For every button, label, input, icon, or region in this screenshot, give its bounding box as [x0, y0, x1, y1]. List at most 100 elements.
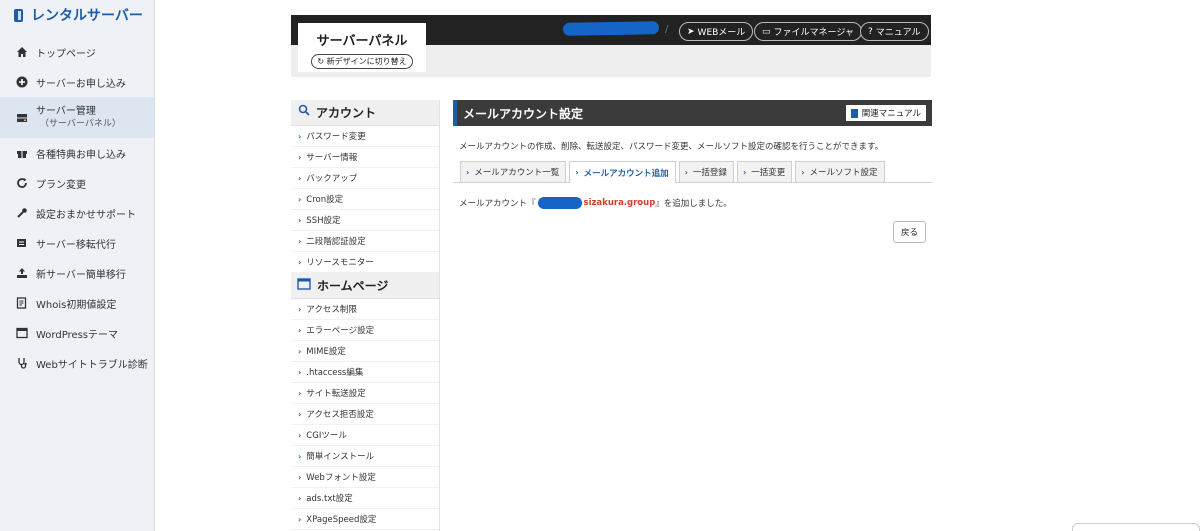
panel-logo: サーバーパネル ↻ 新デザインに切り替え: [298, 23, 426, 72]
menu-link-homepage-7[interactable]: › 簡単インストール: [291, 446, 439, 467]
nav-item-setup-support[interactable]: 設定おまかせサポート: [0, 198, 154, 228]
menu-link-label: アクセス拒否設定: [306, 410, 374, 420]
chevron-right-icon: ›: [298, 430, 302, 440]
menu-link-account-4[interactable]: › SSH設定: [291, 210, 439, 231]
nav-item-top[interactable]: トップページ: [0, 37, 154, 67]
brand-label: レンタルサーバー: [31, 8, 143, 24]
menu-link-homepage-6[interactable]: › CGIツール: [291, 425, 439, 446]
tab-label: メールアカウント追加: [583, 168, 669, 179]
chevron-right-icon: ›: [298, 472, 302, 482]
chevron-right-icon: ›: [298, 409, 302, 419]
menu-link-label: サーバー情報: [306, 153, 358, 163]
nav-label: WordPressテーマ: [36, 329, 119, 341]
content: メールアカウント設定 関連マニュアル メールアカウントの作成、削除、転送設定、パ…: [453, 100, 932, 243]
nav-item-site-diagnosis[interactable]: Webサイトトラブル診断: [0, 348, 154, 378]
nav-item-easy-migration[interactable]: 新サーバー簡単移行: [0, 258, 154, 288]
homepage-links: › アクセス制限 › エラーページ設定 › MIME設定 › .htaccess編集 › サイト転…: [291, 299, 439, 530]
document-icon: [16, 297, 28, 309]
paper-plane-icon: ➤: [687, 26, 695, 37]
switch-design-button[interactable]: ↻ 新デザインに切り替え: [311, 54, 413, 69]
menu-link-account-1[interactable]: › サーバー情報: [291, 147, 439, 168]
back-button[interactable]: 戻る: [892, 221, 926, 243]
menu-link-account-3[interactable]: › Cron設定: [291, 189, 439, 210]
window-icon: [297, 277, 311, 294]
menu-link-label: XPageSpeed設定: [306, 515, 377, 525]
nav-item-migration-service[interactable]: サーバー移転代行: [0, 228, 154, 258]
app-nav: トップページ サーバーお申し込み サーバー管理 （サーバーパネル） 各種特典お申…: [0, 37, 154, 378]
menu-link-label: SSH設定: [306, 216, 341, 226]
file-manager-button[interactable]: ▭ ファイルマネージャ: [754, 22, 862, 41]
nav-label: Whois初期値設定: [36, 299, 117, 311]
menu-link-homepage-2[interactable]: › MIME設定: [291, 341, 439, 362]
nav-label: サーバー移転代行: [36, 239, 116, 251]
menu-link-homepage-8[interactable]: › Webフォント設定: [291, 467, 439, 488]
menu-link-label: アクセス制限: [306, 305, 357, 315]
nav-label: Webサイトトラブル診断: [36, 359, 148, 371]
tab-bar: › メールアカウント一覧 › メールアカウント追加 › 一括登録 › 一括変更 › メールソフト設…: [453, 161, 932, 183]
chevron-right-icon: ›: [298, 451, 302, 461]
nav-label: サーバー管理: [36, 105, 96, 117]
chevron-right-icon: ›: [801, 167, 805, 177]
user-icon: [297, 104, 310, 121]
menu-link-account-5[interactable]: › 二段階認証設定: [291, 231, 439, 252]
upload-icon: [16, 267, 28, 279]
corner-widget[interactable]: [1072, 523, 1200, 531]
tab-3[interactable]: › 一括変更: [736, 161, 793, 182]
content-description: メールアカウントの作成、削除、転送設定、パスワード変更、メールソフト設定の確認を…: [459, 142, 884, 152]
book-icon: [850, 108, 858, 118]
menu-link-account-6[interactable]: › リソースモニター: [291, 252, 439, 273]
home-icon: [16, 46, 28, 58]
menu-link-account-2[interactable]: › バックアップ: [291, 168, 439, 189]
menu-link-label: リソースモニター: [306, 258, 374, 268]
tab-label: メールアカウント一覧: [474, 168, 560, 178]
nav-label: 新サーバー簡単移行: [36, 269, 126, 281]
redacted-account-name: [562, 21, 660, 36]
nav-item-whois[interactable]: Whois初期値設定: [0, 288, 154, 318]
app-brand[interactable]: レンタルサーバー: [0, 0, 154, 30]
related-manual-label: 関連マニュアル: [861, 109, 921, 119]
menu-link-homepage-5[interactable]: › アクセス拒否設定: [291, 404, 439, 425]
menu-link-homepage-1[interactable]: › エラーページ設定: [291, 320, 439, 341]
tab-2[interactable]: › 一括登録: [678, 161, 734, 182]
menu-link-label: Webフォント設定: [306, 473, 376, 483]
stethoscope-icon: [16, 357, 28, 369]
menu-heading-label: アカウント: [316, 106, 377, 120]
menu-link-homepage-9[interactable]: › ads.txt設定: [291, 488, 439, 509]
result-prefix: メールアカウント『: [459, 199, 536, 209]
nav-item-wp-theme[interactable]: WordPressテーマ: [0, 318, 154, 348]
nav-label: 設定おまかせサポート: [36, 209, 136, 221]
menu-link-homepage-0[interactable]: › アクセス制限: [291, 299, 439, 320]
nav-item-server-apply[interactable]: サーバーお申し込み: [0, 67, 154, 97]
menu-heading-account: アカウント: [291, 100, 439, 126]
nav-item-server-manage[interactable]: サーバー管理 （サーバーパネル）: [0, 97, 154, 138]
chevron-right-icon: ›: [742, 167, 747, 177]
server-move-icon: [16, 237, 28, 249]
menu-link-label: バックアップ: [306, 174, 358, 184]
menu-link-label: 簡単インストール: [306, 452, 375, 462]
nav-label: サーバーお申し込み: [36, 78, 126, 90]
tab-0[interactable]: › メールアカウント一覧: [460, 161, 567, 182]
manual-button[interactable]: ? マニュアル: [860, 22, 929, 41]
related-manual-button[interactable]: 関連マニュアル: [845, 105, 926, 121]
tab-4[interactable]: › メールソフト設定: [795, 161, 885, 182]
nav-item-plan-change[interactable]: プラン変更: [0, 168, 154, 198]
menu-link-homepage-3[interactable]: › .htaccess編集: [291, 362, 439, 383]
chevron-right-icon: ›: [298, 131, 302, 141]
tab-1[interactable]: › メールアカウント追加: [569, 161, 676, 183]
menu-link-label: パスワード変更: [306, 132, 366, 142]
menu-heading-label: ホームページ: [317, 279, 389, 293]
menu-link-homepage-10[interactable]: › XPageSpeed設定: [291, 509, 439, 530]
switch-design-label: 新デザインに切り替え: [326, 57, 407, 66]
menu-link-homepage-4[interactable]: › サイト転送設定: [291, 383, 439, 404]
menu-link-label: エラーページ設定: [306, 326, 375, 336]
chevron-right-icon: ›: [575, 168, 579, 177]
gift-icon: [16, 147, 28, 159]
nav-label: トップページ: [36, 48, 96, 60]
nav-item-benefits[interactable]: 各種特典お申し込み: [0, 138, 154, 168]
tab-label: メールソフト設定: [809, 168, 878, 178]
chevron-right-icon: ›: [298, 493, 302, 503]
webmail-button[interactable]: ➤ WEBメール: [679, 22, 754, 41]
server-icon: [16, 112, 28, 124]
folder-icon: ▭: [762, 26, 771, 37]
menu-link-account-0[interactable]: › パスワード変更: [291, 126, 439, 147]
